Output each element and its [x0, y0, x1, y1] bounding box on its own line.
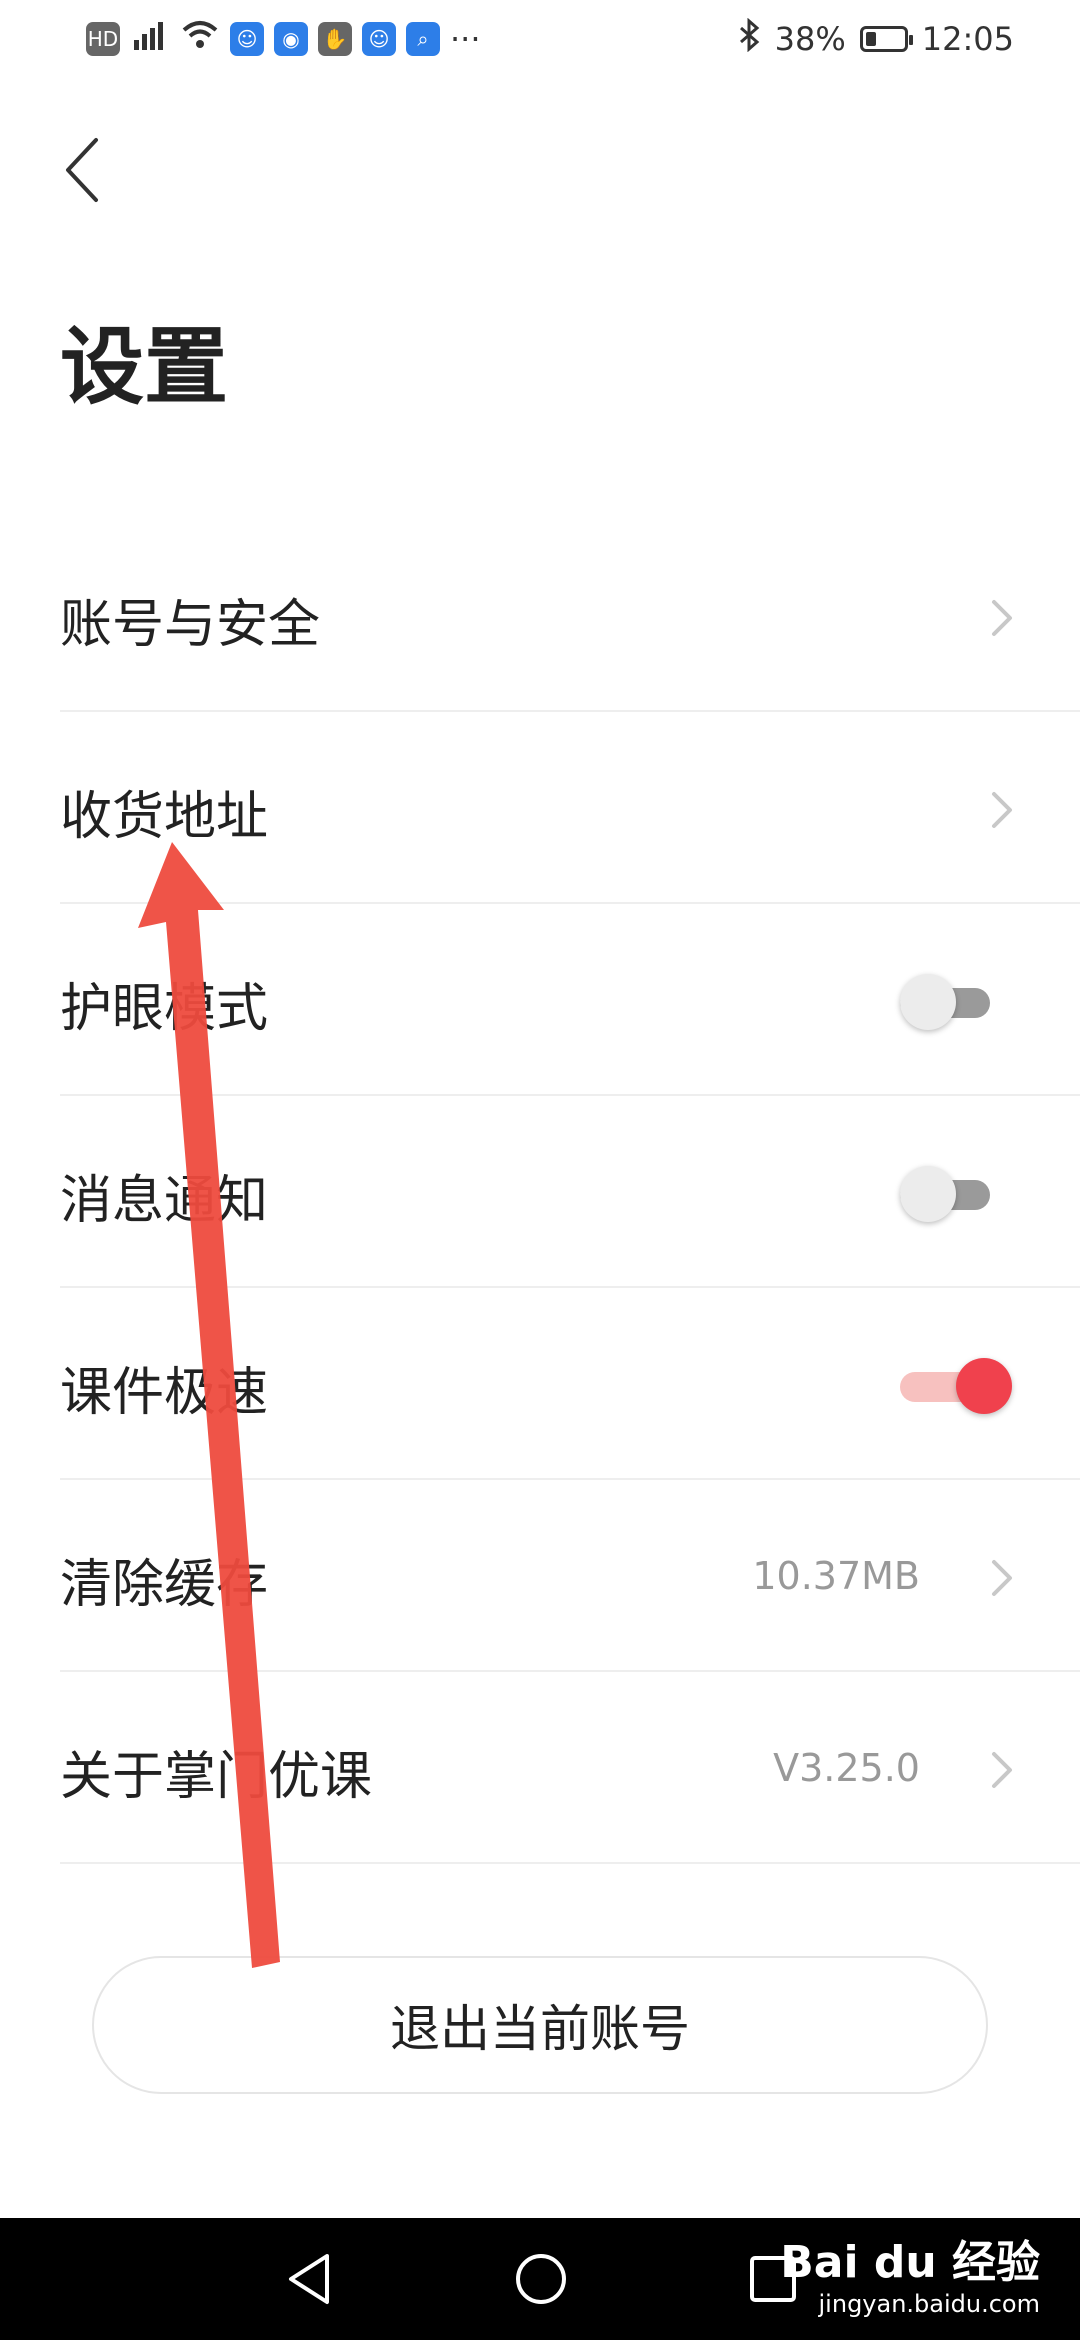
eye-care-toggle[interactable] [900, 974, 990, 1030]
nav-home-icon[interactable] [514, 2252, 568, 2306]
watermark-url: jingyan.baidu.com [818, 2290, 1040, 2318]
settings-item-courseware-speed: 课件极速 [60, 1288, 1080, 1480]
app-icon-1: ☺ [230, 22, 264, 56]
app-icon-2: ◉ [274, 22, 308, 56]
settings-item-label: 关于掌门优课 [60, 1747, 373, 1807]
page-title: 设置 [60, 318, 229, 416]
chevron-right-icon [992, 1560, 1012, 1596]
settings-item-label: 护眼模式 [60, 979, 269, 1039]
settings-item-label: 收货地址 [60, 787, 269, 847]
settings-item-eye-care: 护眼模式 [60, 904, 1080, 1096]
clock: 12:05 [921, 20, 1014, 58]
4g-signal-icon [130, 18, 170, 60]
baidu-jingyan-watermark: Bai du 经验 jingyan.baidu.com [780, 2226, 1040, 2318]
toggle-knob [900, 974, 956, 1030]
settings-item-label: 课件极速 [60, 1363, 269, 1423]
watermark-brand: Bai du 经验 [780, 2237, 1040, 2288]
nav-back-icon[interactable] [285, 2252, 335, 2306]
overflow-indicator: ··· [450, 20, 481, 58]
toggle-knob [900, 1166, 956, 1222]
status-bar: HD ☺ ◉ ✋ ☺ ⌕ ··· 38% 12:05 [0, 0, 1080, 80]
battery-icon [859, 26, 913, 52]
search-app-icon: ⌕ [406, 22, 440, 56]
app-icon-4: ☺ [362, 22, 396, 56]
settings-item-clear-cache[interactable]: 清除缓存 10.37MB [60, 1480, 1080, 1672]
version-value: V3.25.0 [773, 1746, 920, 1790]
bluetooth-icon [737, 17, 761, 60]
status-left-icons: HD ☺ ◉ ✋ ☺ ⌕ ··· [86, 18, 481, 60]
back-button[interactable] [56, 130, 116, 210]
battery-percent: 38% [774, 20, 846, 58]
logout-button[interactable]: 退出当前账号 [92, 1956, 988, 2094]
hd-icon: HD [86, 22, 120, 56]
cache-size-value: 10.37MB [752, 1554, 920, 1598]
chevron-right-icon [992, 792, 1012, 828]
settings-item-about[interactable]: 关于掌门优课 V3.25.0 [60, 1672, 1080, 1864]
settings-item-label: 消息通知 [60, 1171, 269, 1231]
chevron-left-icon [66, 138, 98, 202]
chevron-right-icon [992, 1752, 1012, 1788]
settings-item-notifications: 消息通知 [60, 1096, 1080, 1288]
battery-fill [865, 32, 876, 46]
settings-item-label: 账号与安全 [60, 595, 321, 655]
settings-item-label: 清除缓存 [60, 1555, 269, 1615]
courseware-speed-toggle[interactable] [900, 1358, 1012, 1414]
app-icon-3: ✋ [318, 22, 352, 56]
toggle-knob [956, 1358, 1012, 1414]
settings-item-account-security[interactable]: 账号与安全 [60, 520, 1080, 712]
chevron-right-icon [992, 600, 1012, 636]
status-right: 38% 12:05 [737, 17, 1014, 60]
settings-item-shipping-address[interactable]: 收货地址 [60, 712, 1080, 904]
settings-list: 账号与安全 收货地址 护眼模式 消息通知 课件极速 清除缓存 10.37MB 关… [0, 520, 1080, 1864]
notifications-toggle[interactable] [900, 1166, 990, 1222]
wifi-icon [180, 18, 220, 60]
